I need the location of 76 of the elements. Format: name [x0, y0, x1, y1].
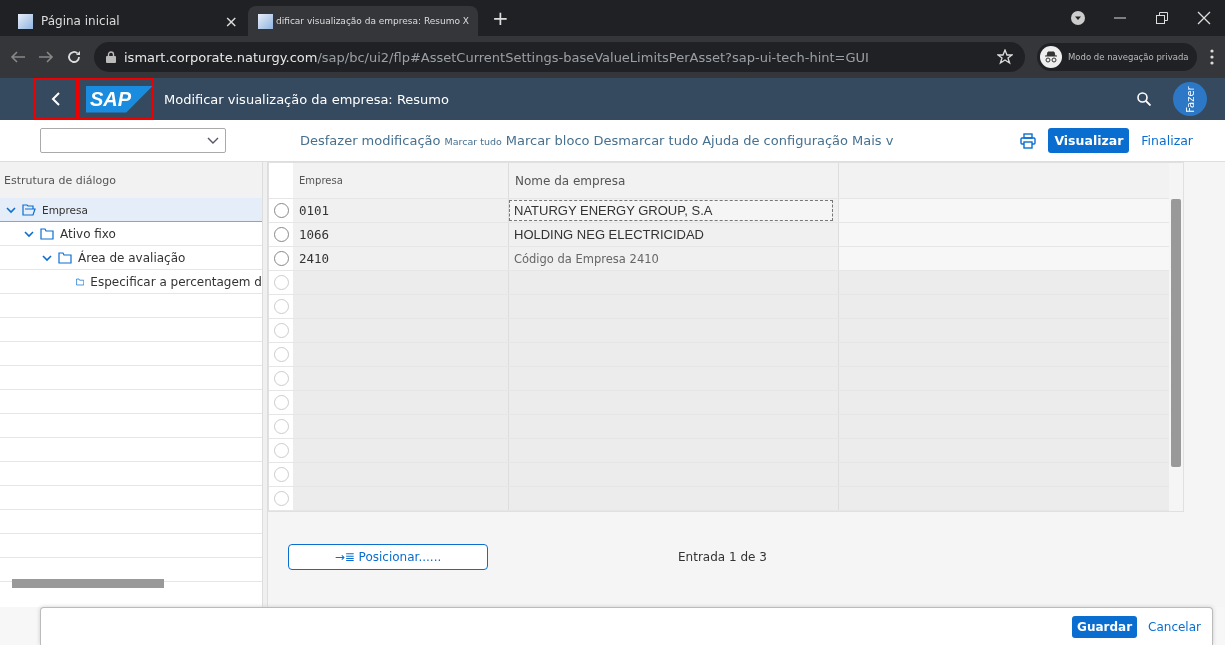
incognito-icon [1040, 46, 1062, 68]
tab-search-icon[interactable] [1071, 11, 1085, 25]
search-icon[interactable] [1137, 92, 1151, 106]
row-radio-button[interactable] [273, 323, 289, 338]
star-icon[interactable] [997, 49, 1013, 65]
print-icon[interactable] [1020, 132, 1037, 149]
row-radio-button[interactable] [273, 467, 289, 482]
row-radio-button[interactable] [273, 203, 289, 218]
reload-icon[interactable] [66, 49, 82, 65]
table-cell: 0101 [293, 199, 509, 222]
dropdown-field[interactable] [40, 128, 226, 153]
visualize-button[interactable]: Visualizar [1048, 128, 1130, 153]
tree-item[interactable]: Especificar a percentagem d [0, 270, 262, 294]
back-button[interactable] [34, 78, 78, 120]
scrollbar-thumb[interactable] [1171, 199, 1181, 467]
new-tab-button[interactable]: + [478, 6, 523, 30]
back-arrow-icon[interactable] [10, 50, 26, 64]
chevron-down-icon[interactable] [6, 204, 16, 215]
row-radio-button[interactable] [273, 227, 289, 242]
row-radio-button[interactable] [273, 443, 289, 458]
more-menu-icon[interactable] [1209, 49, 1215, 65]
column-header: Nome da empresa [509, 163, 839, 198]
panel-header: Estrutura de diálogo [0, 162, 262, 198]
toolbar-link[interactable]: Ajuda de configuração [702, 133, 849, 148]
row-radio-button[interactable] [273, 251, 289, 266]
chevron-down-icon [207, 136, 219, 145]
close-icon[interactable]: × [224, 11, 238, 31]
entry-count: Entrada 1 de 3 [678, 550, 767, 564]
splitter-handle[interactable] [263, 162, 268, 607]
forward-arrow-icon[interactable] [38, 50, 54, 64]
position-button[interactable]: →≣ Posicionar...... [288, 544, 488, 570]
chevron-down-icon[interactable] [42, 252, 52, 263]
toolbar-link[interactable]: Marcar bloco [505, 133, 590, 148]
table-cell: 2410 [293, 247, 509, 270]
app-title: Modificar visualização da empresa: Resumo [164, 91, 449, 107]
user-avatar[interactable]: Fazer [1173, 82, 1207, 116]
page-icon [18, 13, 33, 29]
browser-tab[interactable]: Página inicial × [8, 6, 248, 36]
close-icon[interactable] [1197, 11, 1211, 25]
tree-item[interactable]: Empresa [0, 198, 262, 222]
tree-item[interactable]: Ativo fixo [0, 222, 262, 246]
lock-icon [106, 51, 116, 63]
row-radio-button[interactable] [273, 371, 289, 386]
table-cell-text: Código da Empresa 2410 [513, 250, 660, 268]
url-text: ismart.corporate.naturgy.com/sap/bc/ui2/flp#AssetCurrentSettings-baseValueLimitsPerAsset?sap-ui-tech-hint=GUI [124, 49, 869, 65]
cancel-button[interactable]: Cancelar [1143, 615, 1206, 638]
folder-icon [76, 275, 85, 288]
table-cell-text: HOLDING NEG ELECTRICIDAD [513, 226, 705, 244]
address-field[interactable]: ismart.corporate.naturgy.com/sap/bc/ui2/flp#AssetCurrentSettings-baseValueLimitsPerAsset?sap-ui-tech-hint=GUI [94, 42, 1025, 72]
row-radio-button[interactable] [273, 491, 289, 506]
row-radio-button[interactable] [273, 347, 289, 362]
folder-icon [40, 227, 54, 240]
toolbar-link[interactable]: Desfazer modificação [300, 133, 441, 148]
folder-icon [58, 251, 72, 264]
table-cell: 1066 [293, 223, 509, 246]
row-radio-button[interactable] [273, 395, 289, 410]
toolbar-link[interactable]: Mais v [852, 133, 894, 148]
save-button[interactable]: Guardar [1072, 615, 1138, 638]
finish-button[interactable]: Finalizar [1135, 128, 1199, 153]
column-header: Empresa [293, 163, 509, 198]
tree-item[interactable]: Área de avaliação [0, 246, 262, 270]
chevron-down-icon[interactable] [24, 228, 34, 239]
incognito-profile-button[interactable]: Modo de navegação privada [1037, 43, 1197, 71]
toolbar-link[interactable]: Marcar tudo [444, 136, 502, 147]
restore-icon[interactable] [1155, 11, 1169, 25]
toolbar-link[interactable]: Desmarcar tudo [593, 133, 699, 148]
scrollbar-thumb[interactable] [12, 578, 164, 588]
back-chevron-icon [51, 92, 61, 106]
page-icon [258, 13, 273, 29]
sap-logo[interactable]: SAP [86, 85, 154, 113]
open-folder-icon [22, 203, 36, 216]
table-cell: NATURGY ENERGY GROUP, S.A [509, 200, 833, 221]
row-radio-button[interactable] [273, 419, 289, 434]
row-radio-button[interactable] [273, 299, 289, 314]
browser-tab[interactable]: dificar visualização da empresa: Resumo X [248, 6, 478, 36]
row-radio-button[interactable] [273, 275, 289, 290]
